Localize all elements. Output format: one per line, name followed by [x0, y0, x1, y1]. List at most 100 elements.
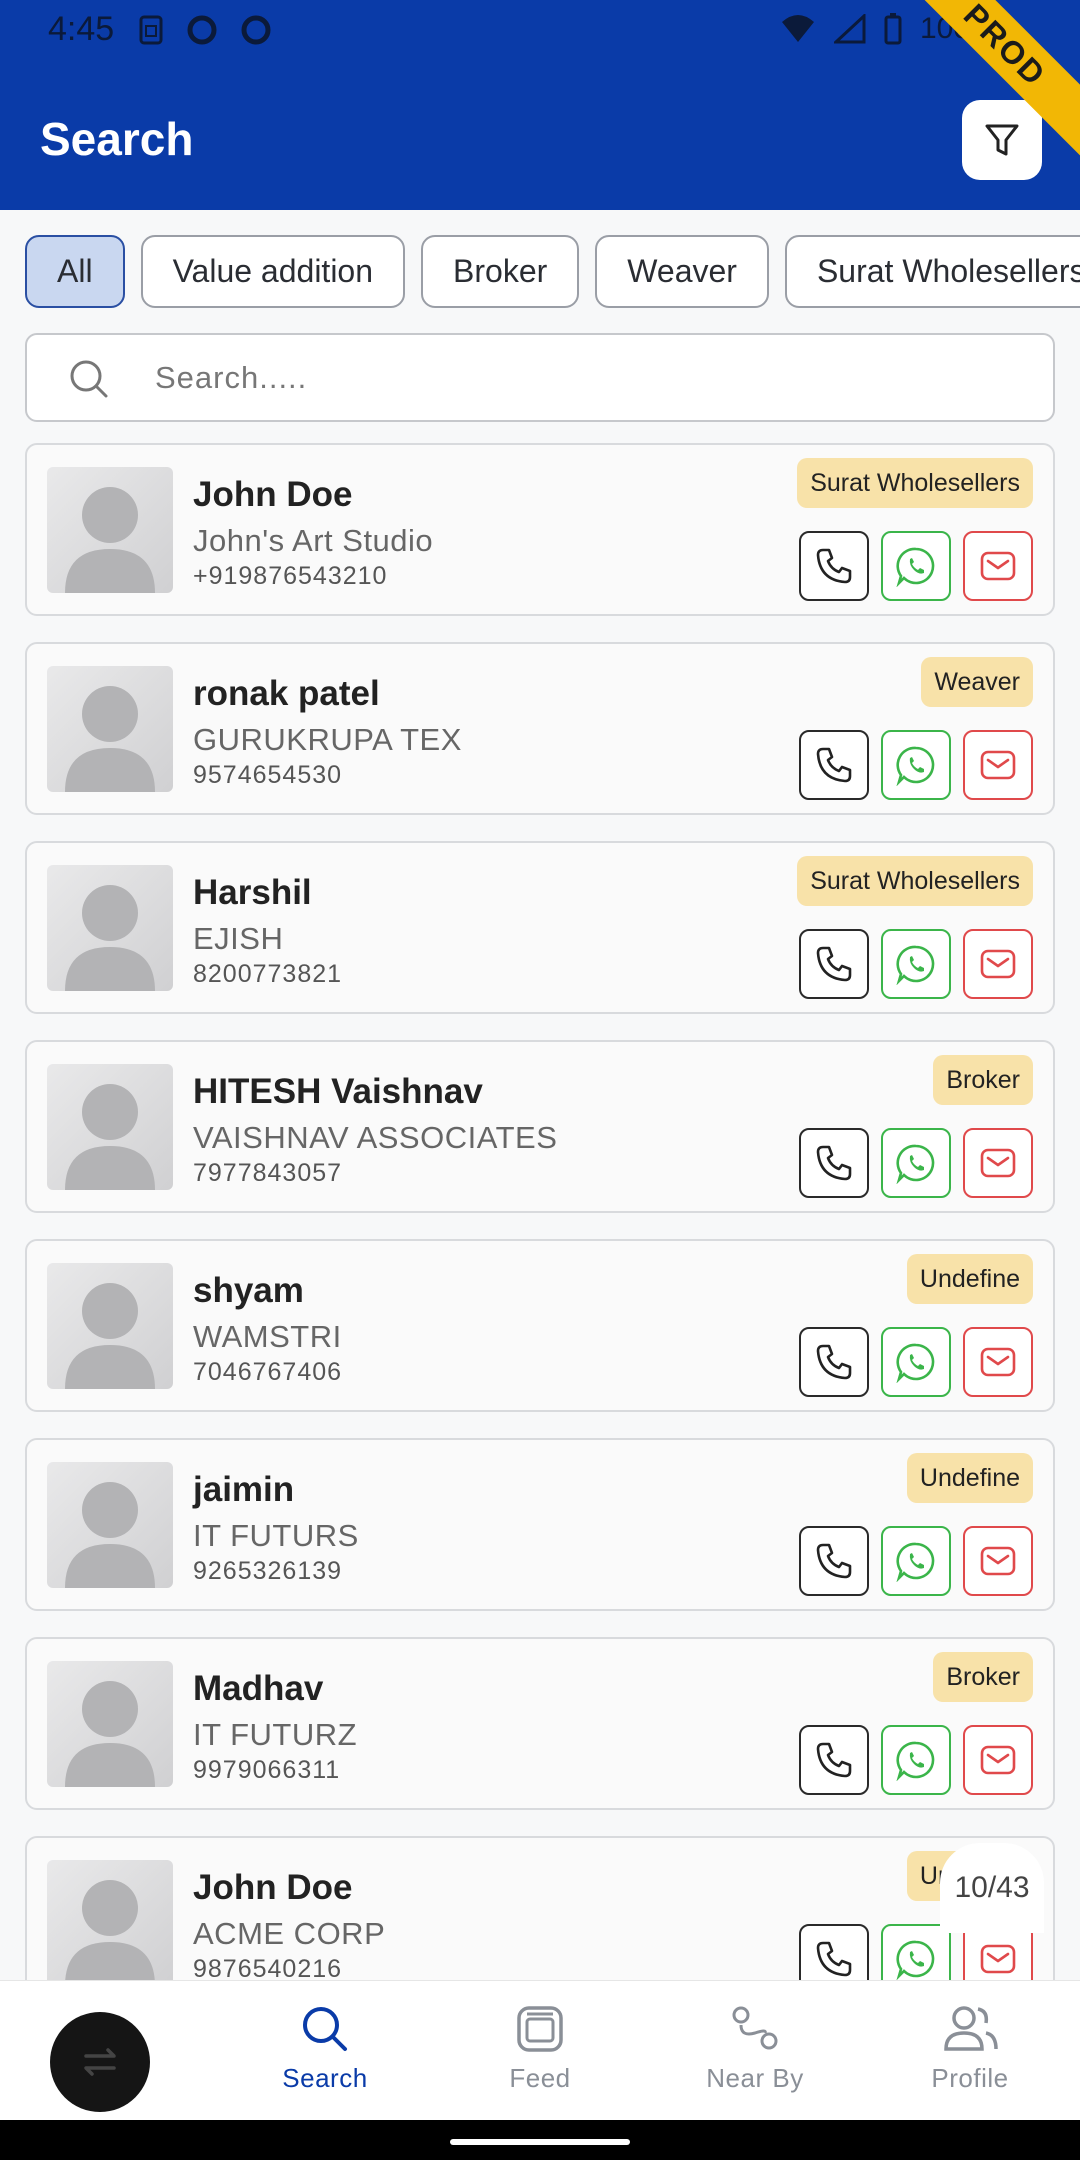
phone-icon [816, 747, 852, 783]
category-badge: Broker [933, 1652, 1033, 1702]
category-badge: Undefine [906, 1453, 1033, 1503]
avatar [47, 1064, 173, 1190]
contact-card[interactable]: John Doe John's Art Studio +919876543210… [25, 443, 1055, 616]
whatsapp-button[interactable] [881, 1526, 951, 1596]
contact-company: EJISH [193, 921, 284, 956]
contact-actions [799, 1725, 1033, 1795]
whatsapp-icon [896, 945, 935, 985]
contact-list: John Doe John's Art Studio +919876543210… [25, 443, 1055, 1980]
home-indicator[interactable] [450, 2139, 630, 2145]
app-notification-icon [187, 15, 217, 45]
avatar [47, 1661, 173, 1787]
category-badge: Undefine [906, 1254, 1033, 1304]
app-notification-icon [241, 15, 271, 45]
chip-value-addition[interactable]: Value addition [140, 235, 406, 308]
email-button[interactable] [963, 1725, 1033, 1795]
chip-surat-wholesellers[interactable]: Surat Wholesellers [784, 235, 1080, 308]
contact-card[interactable]: shyam WAMSTRI 7046767406 Undefine [25, 1239, 1055, 1412]
contact-card[interactable]: HITESH Vaishnav VAISHNAV ASSOCIATES 7977… [25, 1040, 1055, 1213]
contact-actions [799, 1327, 1033, 1397]
contact-card[interactable]: ronak patel GURUKRUPA TEX 9574654530 Wea… [25, 642, 1055, 815]
contact-card[interactable]: Harshil EJISH 8200773821 Surat Wholesell… [25, 841, 1055, 1014]
whatsapp-icon [896, 1940, 935, 1980]
battery-icon [884, 13, 902, 45]
mail-icon [980, 750, 1016, 780]
bottom-nav: Search Feed Near By Profile [0, 1980, 1080, 2120]
nav-profile[interactable]: Profile [880, 2003, 1060, 2094]
call-button[interactable] [799, 1327, 869, 1397]
search-icon [303, 2007, 347, 2051]
whatsapp-button[interactable] [881, 1327, 951, 1397]
avatar [47, 1462, 173, 1588]
contact-phone: 9979066311 [193, 1756, 341, 1784]
nav-feed[interactable]: Feed [450, 2003, 630, 2094]
category-badge: Surat Wholesellers [797, 458, 1033, 508]
whatsapp-icon [896, 547, 935, 587]
chip-all[interactable]: All [25, 235, 125, 308]
contact-company: VAISHNAV ASSOCIATES [193, 1120, 558, 1155]
email-button[interactable] [963, 1327, 1033, 1397]
contact-card[interactable]: John Doe ACME CORP 9876540216 Undefine [25, 1836, 1055, 1980]
nav-label: Search [282, 2063, 368, 2093]
contact-card[interactable]: jaimin IT FUTURS 9265326139 Undefine [25, 1438, 1055, 1611]
location-route-icon [732, 2006, 778, 2050]
avatar-placeholder-icon [65, 885, 155, 991]
call-button[interactable] [799, 1924, 869, 1980]
contact-actions [799, 730, 1033, 800]
contact-name: John Doe [193, 1868, 353, 1907]
avatar [47, 1860, 173, 1980]
home-fab-button[interactable] [50, 2012, 150, 2112]
nav-label: Feed [509, 2063, 571, 2093]
avatar-placeholder-icon [65, 1880, 155, 1980]
email-button[interactable] [963, 730, 1033, 800]
nav-label: Near By [706, 2063, 804, 2093]
contact-company: WAMSTRI [193, 1319, 342, 1354]
nav-near-by[interactable]: Near By [665, 2003, 845, 2094]
contact-name: Harshil [193, 873, 312, 912]
contact-company: IT FUTURS [193, 1518, 359, 1553]
phone-icon [816, 1543, 852, 1579]
call-button[interactable] [799, 730, 869, 800]
feed-icon [517, 2006, 563, 2052]
contact-phone: 9265326139 [193, 1557, 343, 1585]
page-title: Search [40, 113, 194, 165]
call-button[interactable] [799, 1526, 869, 1596]
filter-button[interactable] [962, 100, 1042, 180]
whatsapp-button[interactable] [881, 1725, 951, 1795]
whatsapp-button[interactable] [881, 730, 951, 800]
avatar-placeholder-icon [65, 1283, 155, 1389]
app-header: 4:45 100 Search PROD [0, 0, 1080, 210]
call-button[interactable] [799, 1725, 869, 1795]
contact-phone: 9574654530 [193, 761, 343, 789]
whatsapp-button[interactable] [881, 531, 951, 601]
avatar-placeholder-icon [65, 487, 155, 593]
contact-name: jaimin [193, 1470, 295, 1509]
chip-broker[interactable]: Broker [421, 235, 580, 308]
email-button[interactable] [963, 531, 1033, 601]
mail-icon [980, 949, 1016, 979]
call-button[interactable] [799, 531, 869, 601]
contact-name: Madhav [193, 1669, 324, 1708]
search-icon [70, 360, 108, 398]
mail-icon [980, 1745, 1016, 1775]
chip-weaver[interactable]: Weaver [595, 235, 769, 308]
email-button[interactable] [963, 1526, 1033, 1596]
email-button[interactable] [963, 1128, 1033, 1198]
call-button[interactable] [799, 1128, 869, 1198]
category-badge: Broker [933, 1055, 1033, 1105]
whatsapp-button[interactable] [881, 929, 951, 999]
search-input[interactable] [155, 335, 1035, 420]
contact-phone: 8200773821 [193, 960, 343, 988]
whatsapp-icon [896, 746, 935, 786]
search-bar [25, 333, 1055, 422]
email-button[interactable] [963, 929, 1033, 999]
whatsapp-button[interactable] [881, 1128, 951, 1198]
phone-icon [816, 1145, 852, 1181]
mail-icon [980, 551, 1016, 581]
call-button[interactable] [799, 929, 869, 999]
contact-actions [799, 929, 1033, 999]
contact-card[interactable]: Madhav IT FUTURZ 9979066311 Broker [25, 1637, 1055, 1810]
nav-search[interactable]: Search [235, 2003, 415, 2094]
avatar-placeholder-icon [65, 1084, 155, 1190]
whatsapp-icon [896, 1144, 935, 1184]
